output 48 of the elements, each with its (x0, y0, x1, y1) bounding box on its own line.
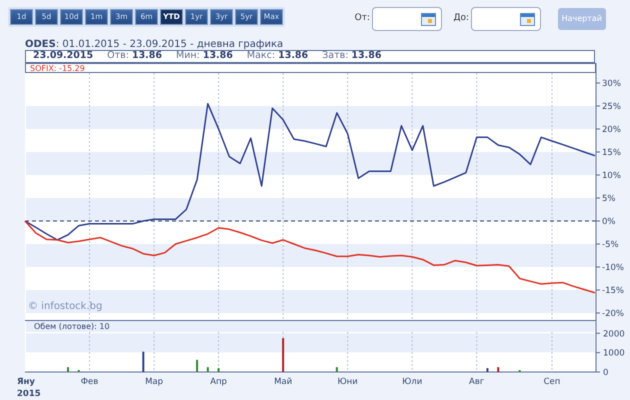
axis-label: Юни (338, 377, 358, 387)
axis-label: -5% (602, 240, 619, 250)
volume-bar (206, 367, 209, 372)
stat-text: Отв: 13.86 (107, 49, 162, 64)
axis-label: Фев (80, 377, 98, 387)
calendar-icon[interactable] (421, 12, 436, 26)
legend-text: SOFIX: -15.29 (30, 64, 85, 73)
axis-label: Авг (469, 377, 484, 387)
stat-text: Макс: 13.86 (246, 50, 308, 64)
axis-label: Яну (17, 377, 35, 387)
volume-bar (336, 367, 338, 372)
axis-label: 1000 (603, 348, 625, 359)
volume-bar (497, 367, 500, 372)
axis-label: Мар (145, 377, 164, 387)
axis-label: 0 (603, 368, 608, 378)
from-date-field[interactable] (372, 7, 442, 31)
axis-label: Май (274, 377, 292, 387)
volume-bar (486, 368, 488, 372)
axis-label: -20% (602, 309, 624, 319)
axis-label: Апр (210, 377, 227, 387)
axis-label: 30% (602, 79, 621, 89)
axis-label: -15% (602, 286, 624, 296)
axis-label: -10% (602, 263, 624, 273)
volume-bar (142, 352, 144, 372)
axis-label: 15% (602, 148, 621, 158)
axis-label: 10% (602, 171, 621, 181)
axis-label: 5% (602, 194, 616, 204)
volume-bar (218, 368, 220, 372)
volume-bar (282, 338, 284, 372)
to-label: До: (454, 12, 470, 26)
volume-label: Обем (лотове): 10 (34, 322, 110, 331)
axis-label: 2000 (603, 329, 625, 340)
stat-text: Мин: 13.86 (176, 49, 233, 64)
axis-label: Сеп (544, 377, 560, 387)
to-date-field[interactable] (471, 7, 542, 31)
axis-label: 0% (602, 217, 616, 227)
credit-text: © infostock.bg (28, 301, 102, 312)
from-label: От: (354, 12, 370, 26)
volume-bar (67, 367, 70, 372)
stat-text: Затв: 13.86 (322, 49, 382, 64)
chart-title: ODES: 01.01.2015 - 23.09.2015 - дневна графика (25, 38, 284, 50)
year-label: 2015 (17, 389, 41, 399)
volume-bar (196, 360, 198, 372)
calendar-icon[interactable] (520, 12, 536, 26)
axis-label: Юли (402, 377, 422, 387)
axis-label: 25% (602, 102, 621, 112)
axis-label: 20% (602, 125, 621, 135)
date-text: 23.09.2015 (33, 49, 94, 64)
